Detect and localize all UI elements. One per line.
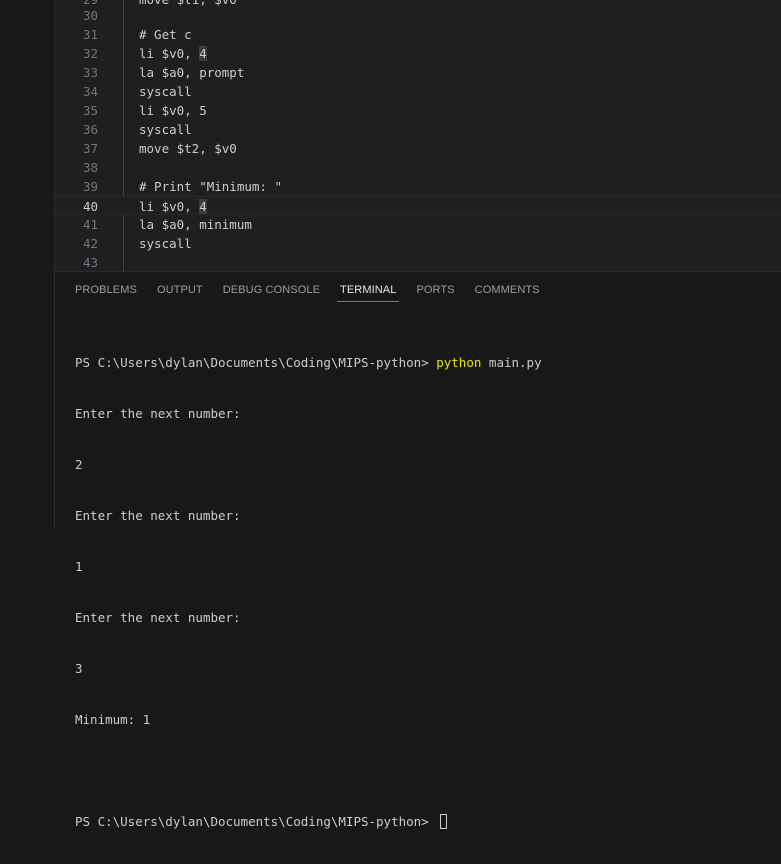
terminal-line: 1: [75, 559, 83, 574]
line-code: li $v0, 4: [139, 197, 207, 216]
editor-line[interactable]: 43: [55, 253, 781, 271]
editor-line[interactable]: 34 syscall: [55, 82, 781, 101]
line-code: li $v0, 4: [139, 44, 207, 63]
line-code: la $a0, minimum: [139, 217, 252, 232]
line-number: 35: [82, 103, 98, 118]
line-number: 41: [82, 217, 98, 232]
terminal-input-line[interactable]: PS C:\Users\dylan\Documents\Coding\MIPS-…: [75, 813, 542, 830]
editor-line[interactable]: 38: [55, 158, 781, 177]
tab-output[interactable]: OUTPUT: [157, 272, 203, 308]
code-text: li $v0,: [139, 46, 200, 61]
editor-line[interactable]: 35 li $v0, 5: [55, 101, 781, 120]
editor-line[interactable]: 33 la $a0, prompt: [55, 63, 781, 82]
editor-line[interactable]: 30: [55, 6, 781, 25]
editor-line[interactable]: 41 la $a0, minimum: [55, 215, 781, 234]
line-number: 37: [82, 141, 98, 156]
code-editor[interactable]: 29 move $t1, $v0 30 31 # Get c 32 li $v0…: [55, 0, 781, 271]
line-number: 31: [82, 27, 98, 42]
word-highlight: 4: [199, 46, 207, 61]
editor-line[interactable]: 39 # Print "Minimum: ": [55, 177, 781, 196]
line-code: # Get c: [139, 27, 192, 42]
code-text: li $v0,: [139, 199, 200, 214]
editor-line[interactable]: 42 syscall: [55, 234, 781, 253]
line-number: 32: [82, 46, 98, 61]
terminal-prompt: PS C:\Users\dylan\Documents\Coding\MIPS-…: [75, 814, 437, 829]
line-code: la $a0, prompt: [139, 65, 245, 80]
line-number: 38: [82, 160, 98, 175]
terminal-command-args: main.py: [481, 355, 542, 370]
bottom-panel: PROBLEMS OUTPUT DEBUG CONSOLE TERMINAL P…: [55, 271, 781, 829]
terminal-line: Enter the next number:: [75, 508, 241, 523]
line-code: syscall: [139, 236, 192, 251]
terminal-output[interactable]: PS C:\Users\dylan\Documents\Coding\MIPS-…: [75, 320, 542, 864]
editor-line[interactable]: 36 syscall: [55, 120, 781, 139]
line-number: 40: [82, 199, 98, 214]
terminal-line: Enter the next number:: [75, 610, 241, 625]
tab-problems[interactable]: PROBLEMS: [75, 272, 137, 308]
line-code: syscall: [139, 122, 192, 137]
line-number: 43: [82, 255, 98, 270]
terminal-line: Minimum: 1: [75, 712, 151, 727]
line-code: move $t2, $v0: [139, 141, 237, 156]
editor-line[interactable]: 31 # Get c: [55, 25, 781, 44]
terminal-command-line: PS C:\Users\dylan\Documents\Coding\MIPS-…: [75, 354, 542, 371]
line-number: 33: [82, 65, 98, 80]
terminal-prompt: PS C:\Users\dylan\Documents\Coding\MIPS-…: [75, 355, 437, 370]
terminal-cursor: [440, 814, 448, 829]
terminal-line: 3: [75, 661, 83, 676]
line-number: 34: [82, 84, 98, 99]
line-number: 42: [82, 236, 98, 251]
tab-ports[interactable]: PORTS: [416, 272, 454, 308]
activity-bar: [0, 0, 55, 528]
tab-debug-console[interactable]: DEBUG CONSOLE: [223, 272, 320, 308]
terminal-command: python: [436, 355, 482, 370]
tab-comments[interactable]: COMMENTS: [475, 272, 540, 308]
panel-tabs: PROBLEMS OUTPUT DEBUG CONSOLE TERMINAL P…: [55, 272, 540, 308]
editor-line-current[interactable]: 40 li $v0, 4: [55, 196, 781, 215]
line-number: 39: [82, 179, 98, 194]
line-code: # Print "Minimum: ": [139, 179, 282, 194]
line-number: 30: [82, 8, 98, 23]
editor-line[interactable]: 37 move $t2, $v0: [55, 139, 781, 158]
line-number: 36: [82, 122, 98, 137]
line-code: syscall: [139, 84, 192, 99]
terminal-line: Enter the next number:: [75, 406, 241, 421]
tab-terminal[interactable]: TERMINAL: [337, 272, 400, 308]
word-highlight: 4: [199, 199, 207, 214]
editor-line[interactable]: 32 li $v0, 4: [55, 44, 781, 63]
terminal-line: 2: [75, 457, 83, 472]
line-code: li $v0, 5: [139, 103, 207, 118]
